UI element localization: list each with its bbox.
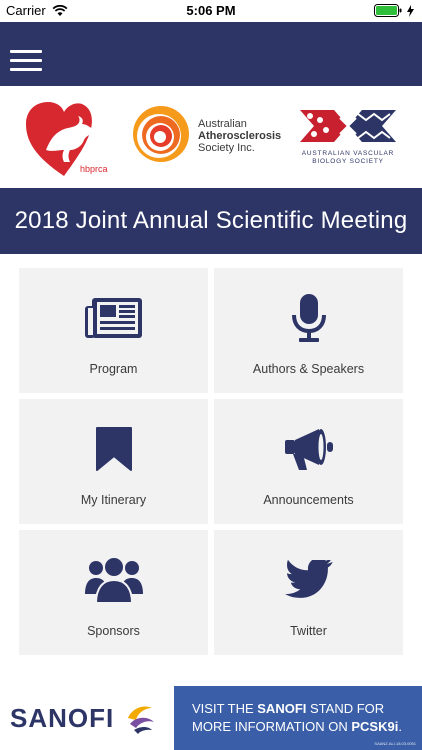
ad-reference-code: SAANZ.ALI.18.03.0051 <box>374 741 416 746</box>
menu-line <box>10 68 42 71</box>
tile-authors-speakers[interactable]: Authors & Speakers <box>214 268 403 393</box>
tile-label: Program <box>89 362 138 376</box>
menu-line <box>10 59 42 62</box>
menu-grid: Program Authors & Speakers My Itinerary <box>0 254 422 672</box>
avbs-line-1: AUSTRALIAN VASCULAR <box>301 150 395 157</box>
battery-icon <box>374 4 402 17</box>
hbprca-wordmark: hbprca <box>80 164 108 174</box>
charging-bolt-icon <box>407 4 414 17</box>
ad-line-1: VISIT THE SANOFI STAND FOR <box>192 701 385 716</box>
aas-line-2: Atherosclerosis <box>198 130 282 142</box>
tile-label: Announcements <box>263 493 354 507</box>
megaphone-icon <box>284 429 333 470</box>
aas-swirl-icon <box>133 106 189 162</box>
sponsor-logo-strip: hbprca Australian Atherosclerosis Societ… <box>0 86 422 188</box>
tile-twitter[interactable]: Twitter <box>214 530 403 655</box>
ad-message: VISIT THE SANOFI STAND FOR MORE INFORMAT… <box>174 686 422 750</box>
sanofi-wordmark: SANOFI <box>10 703 115 733</box>
hamburger-menu-button[interactable] <box>10 50 42 74</box>
tile-label: Twitter <box>290 624 327 638</box>
avbs-emblem-icon <box>300 110 396 142</box>
status-time: 5:06 PM <box>186 3 236 18</box>
aas-wordmark: Australian Atherosclerosis Society Inc. <box>198 118 281 154</box>
banner-title: 2018 Joint Annual Scientific Meeting <box>14 207 408 234</box>
heart-kangaroo-icon: hbprca <box>26 102 110 176</box>
newspaper-icon <box>84 298 142 338</box>
aas-line-3: Society Inc. <box>198 142 255 154</box>
tile-my-itinerary[interactable]: My Itinerary <box>19 399 208 524</box>
tile-sponsors[interactable]: Sponsors <box>19 530 208 655</box>
hbprca-logo: hbprca <box>24 100 112 180</box>
nav-bar <box>0 22 422 86</box>
battery-indicator <box>374 4 414 17</box>
tile-announcements[interactable]: Announcements <box>214 399 403 524</box>
sanofi-bird-icon <box>128 706 154 734</box>
aas-logo: Australian Atherosclerosis Society Inc. <box>130 104 281 164</box>
tile-label: Sponsors <box>87 624 140 638</box>
meeting-banner: 2018 Joint Annual Scientific Meeting <box>0 188 422 254</box>
menu-line <box>10 50 42 53</box>
ad-line-2: MORE INFORMATION ON PCSK9i. <box>192 719 402 734</box>
tile-label: My Itinerary <box>80 493 147 507</box>
avbs-logo: AUSTRALIAN VASCULAR BIOLOGY SOCIETY <box>296 106 400 170</box>
avbs-line-2: BIOLOGY SOCIETY <box>312 158 384 165</box>
sanofi-logo: SANOFI <box>0 686 174 750</box>
microphone-icon <box>291 294 326 342</box>
aas-line-1: Australian <box>198 118 247 130</box>
sanofi-ad-banner[interactable]: SANOFI VISIT THE SANOFI STAND FOR MORE I… <box>0 686 422 750</box>
avbs-wordmark: AUSTRALIAN VASCULAR BIOLOGY SOCIETY <box>296 150 400 166</box>
group-icon <box>84 556 143 604</box>
twitter-bird-icon <box>284 560 333 598</box>
tile-program[interactable]: Program <box>19 268 208 393</box>
bookmark-icon <box>95 427 132 471</box>
status-bar: Carrier 5:06 PM <box>0 0 422 22</box>
tile-label: Authors & Speakers <box>252 362 365 376</box>
